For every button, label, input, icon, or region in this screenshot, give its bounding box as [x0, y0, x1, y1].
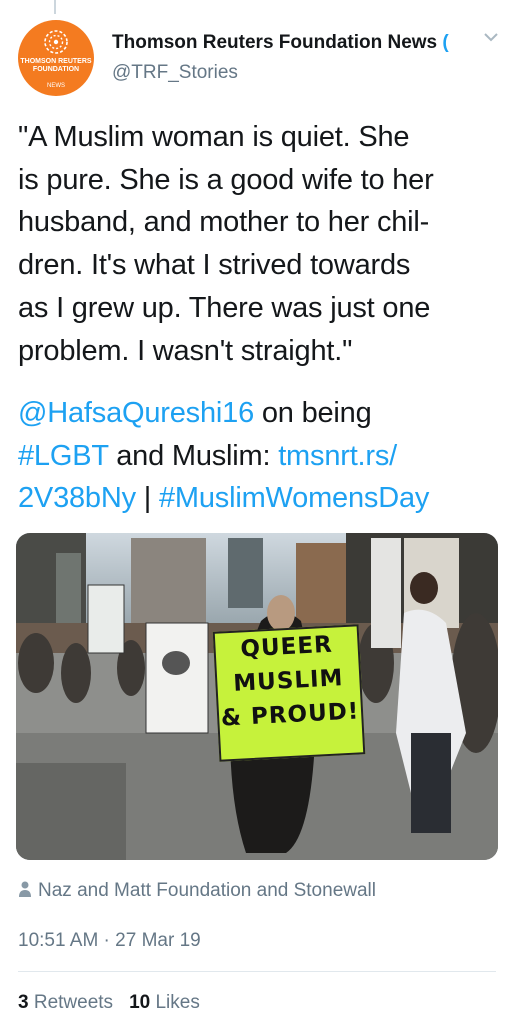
url-link-cont[interactable]: 2V38bNy [18, 482, 136, 514]
url-link[interactable]: tmsnrt.rs/ [278, 440, 397, 472]
retweets-count: 3 [18, 992, 29, 1013]
hashtag-lgbt-link[interactable]: #LGBT [18, 440, 109, 472]
retweets-label: Retweets [33, 992, 114, 1013]
hashtag-day-link[interactable]: #MuslimWomensDay [159, 482, 429, 514]
tweet-text-fragment: on being [254, 397, 372, 429]
engagement-stats: 3 Retweets 10 Likes [18, 992, 200, 1014]
mention-link[interactable]: @HafsaQureshi16 [18, 397, 254, 429]
source-label: Naz and Matt Foundation and Stonewall [38, 880, 376, 901]
sign-line: & PROUD! [220, 698, 360, 732]
author-name[interactable]: Thomson Reuters Foundation News ( [112, 32, 454, 54]
tweet-body-links: @HafsaQureshi16 on being #LGBT and Muslim… [18, 392, 504, 520]
protest-sign: QUEER MUSLIM & PROUD! [212, 624, 366, 762]
tweet-quote: "A Muslim woman is quiet. She is pure. S… [18, 121, 434, 367]
likes-label: Likes [155, 992, 200, 1013]
tweet-text-fragment: and Muslim: [108, 439, 279, 472]
likes-count: 10 [129, 992, 151, 1013]
avatar-org-text: THOMSON REUTERS FOUNDATION [20, 58, 92, 73]
divider [18, 971, 496, 972]
avatar-news-text: NEWS [47, 83, 65, 89]
swirl-logo-icon [44, 30, 68, 54]
retweets-stat[interactable]: 3 Retweets [18, 992, 113, 1013]
verified-badge-icon: ( [437, 32, 449, 53]
likes-stat[interactable]: 10 Likes [129, 992, 200, 1013]
avatar[interactable]: THOMSON REUTERS FOUNDATION NEWS [18, 20, 94, 96]
chevron-down-icon[interactable] [482, 30, 500, 44]
separator: | [135, 482, 159, 515]
thread-line [54, 0, 56, 14]
photo-source[interactable]: Naz and Matt Foundation and Stonewall [18, 880, 376, 902]
author-handle[interactable]: @TRF_Stories [112, 62, 238, 84]
timestamp[interactable]: 10:51 AM · 27 Mar 19 [18, 930, 201, 952]
person-icon [19, 881, 31, 897]
